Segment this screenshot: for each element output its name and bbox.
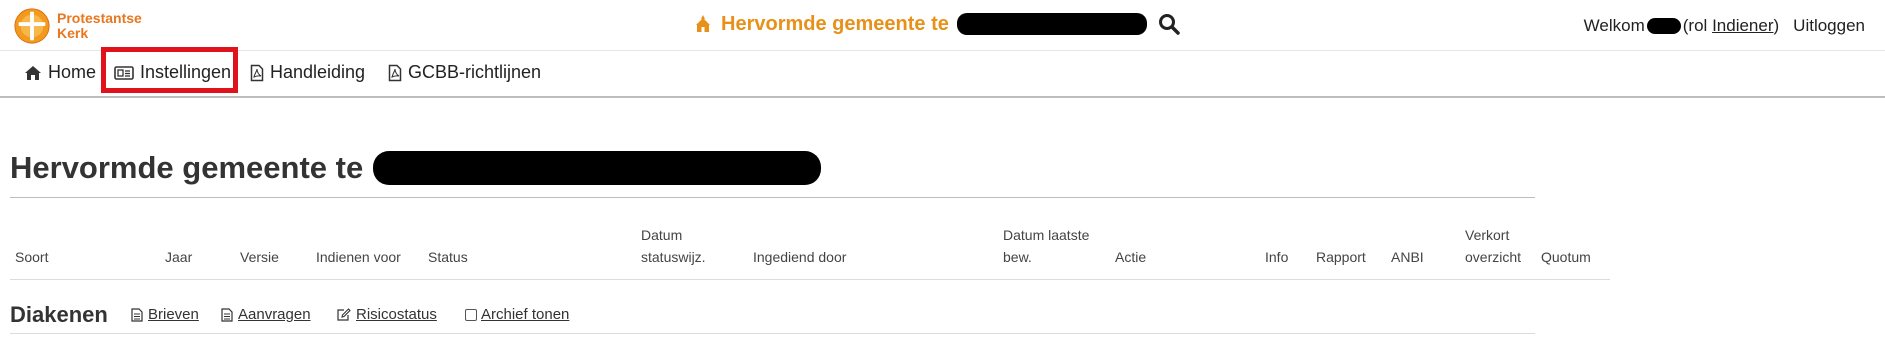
pdf-file-icon — [250, 64, 264, 81]
role-prefix: (rol — [1682, 16, 1708, 35]
col-versie: Versie — [240, 249, 279, 265]
home-icon — [25, 65, 41, 80]
col-datum-statuswijz-line1: Datum — [641, 227, 683, 243]
page-title-text: Hervormde gemeente te — [10, 150, 364, 185]
section-title-diakenen: Diakenen — [10, 302, 108, 327]
col-datum-laatste-line2: bew. — [1003, 249, 1032, 265]
nav-guidelines[interactable]: GCBB-richtlijnen — [388, 62, 541, 83]
col-indienen-voor: Indienen voor — [316, 249, 401, 265]
welcome-text: Welkom — [1583, 16, 1645, 35]
logo-text: Protestantse Kerk — [57, 11, 142, 41]
nav-guidelines-label: GCBB-richtlijnen — [408, 62, 542, 82]
col-datum-statuswijz-line2: statuswijz. — [641, 249, 706, 265]
document-icon — [221, 307, 233, 322]
document-icon — [131, 307, 143, 322]
archief-checkbox[interactable] — [465, 308, 477, 321]
user-area: Welkom (rol Indiener) Uitloggen — [1584, 16, 1865, 36]
brieven-link[interactable]: Brieven — [131, 306, 199, 323]
nav-home[interactable]: Home — [24, 62, 96, 83]
section-divider — [10, 333, 1535, 334]
header-title-text: Hervormde gemeente te — [721, 12, 949, 35]
col-verkort-line2: overzicht — [1465, 249, 1522, 265]
protestantse-kerk-logo[interactable]: Protestantse Kerk — [13, 7, 142, 45]
risicostatus-link[interactable]: Risicostatus — [336, 306, 437, 323]
role-suffix: ) — [1773, 16, 1780, 35]
church-icon — [696, 15, 710, 32]
title-divider — [10, 197, 1535, 198]
col-verkort-line1: Verkort — [1465, 227, 1510, 243]
col-datum-laatste-line1: Datum laatste — [1003, 227, 1090, 243]
col-soort: Soort — [15, 249, 49, 265]
col-rapport: Rapport — [1316, 249, 1366, 265]
aanvragen-label: Aanvragen — [238, 306, 311, 323]
edit-icon — [337, 307, 351, 321]
col-info: Info — [1265, 249, 1289, 265]
main-nav: Home Instellingen Handleiding GCBB-richt… — [0, 50, 1885, 98]
role-link[interactable]: Indiener — [1712, 16, 1773, 36]
congregation-header-title: Hervormde gemeente te — [693, 12, 1181, 36]
redacted-location — [373, 151, 822, 185]
col-actie: Actie — [1115, 249, 1147, 265]
page-title: Hervormde gemeente te — [10, 150, 822, 186]
nav-home-label: Home — [48, 62, 97, 82]
col-jaar: Jaar — [165, 249, 193, 265]
col-ingediend-door: Ingediend door — [753, 249, 847, 265]
risicostatus-label: Risicostatus — [356, 306, 437, 323]
aanvragen-link[interactable]: Aanvragen — [221, 306, 311, 323]
col-anbi: ANBI — [1391, 249, 1424, 265]
settings-highlight-box — [101, 47, 238, 93]
archief-toggle[interactable]: Archief tonen — [465, 306, 569, 323]
table-header-divider — [10, 279, 1610, 280]
col-quotum: Quotum — [1541, 249, 1591, 265]
top-header: Protestantse Kerk Hervormde gemeente te … — [0, 0, 1885, 51]
redacted-username — [1646, 18, 1681, 34]
brieven-label: Brieven — [148, 306, 199, 323]
nav-manual[interactable]: Handleiding — [250, 62, 365, 83]
col-status: Status — [428, 249, 468, 265]
logo-line-2: Kerk — [57, 25, 89, 41]
nav-manual-label: Handleiding — [270, 62, 366, 82]
logout-link[interactable]: Uitloggen — [1793, 16, 1865, 36]
redacted-location — [956, 13, 1147, 35]
archief-label: Archief tonen — [481, 306, 570, 323]
pdf-file-icon — [388, 64, 402, 81]
search-icon[interactable] — [1157, 12, 1181, 36]
logo-cross-icon — [14, 8, 50, 44]
logo-line-1: Protestantse — [57, 10, 142, 26]
